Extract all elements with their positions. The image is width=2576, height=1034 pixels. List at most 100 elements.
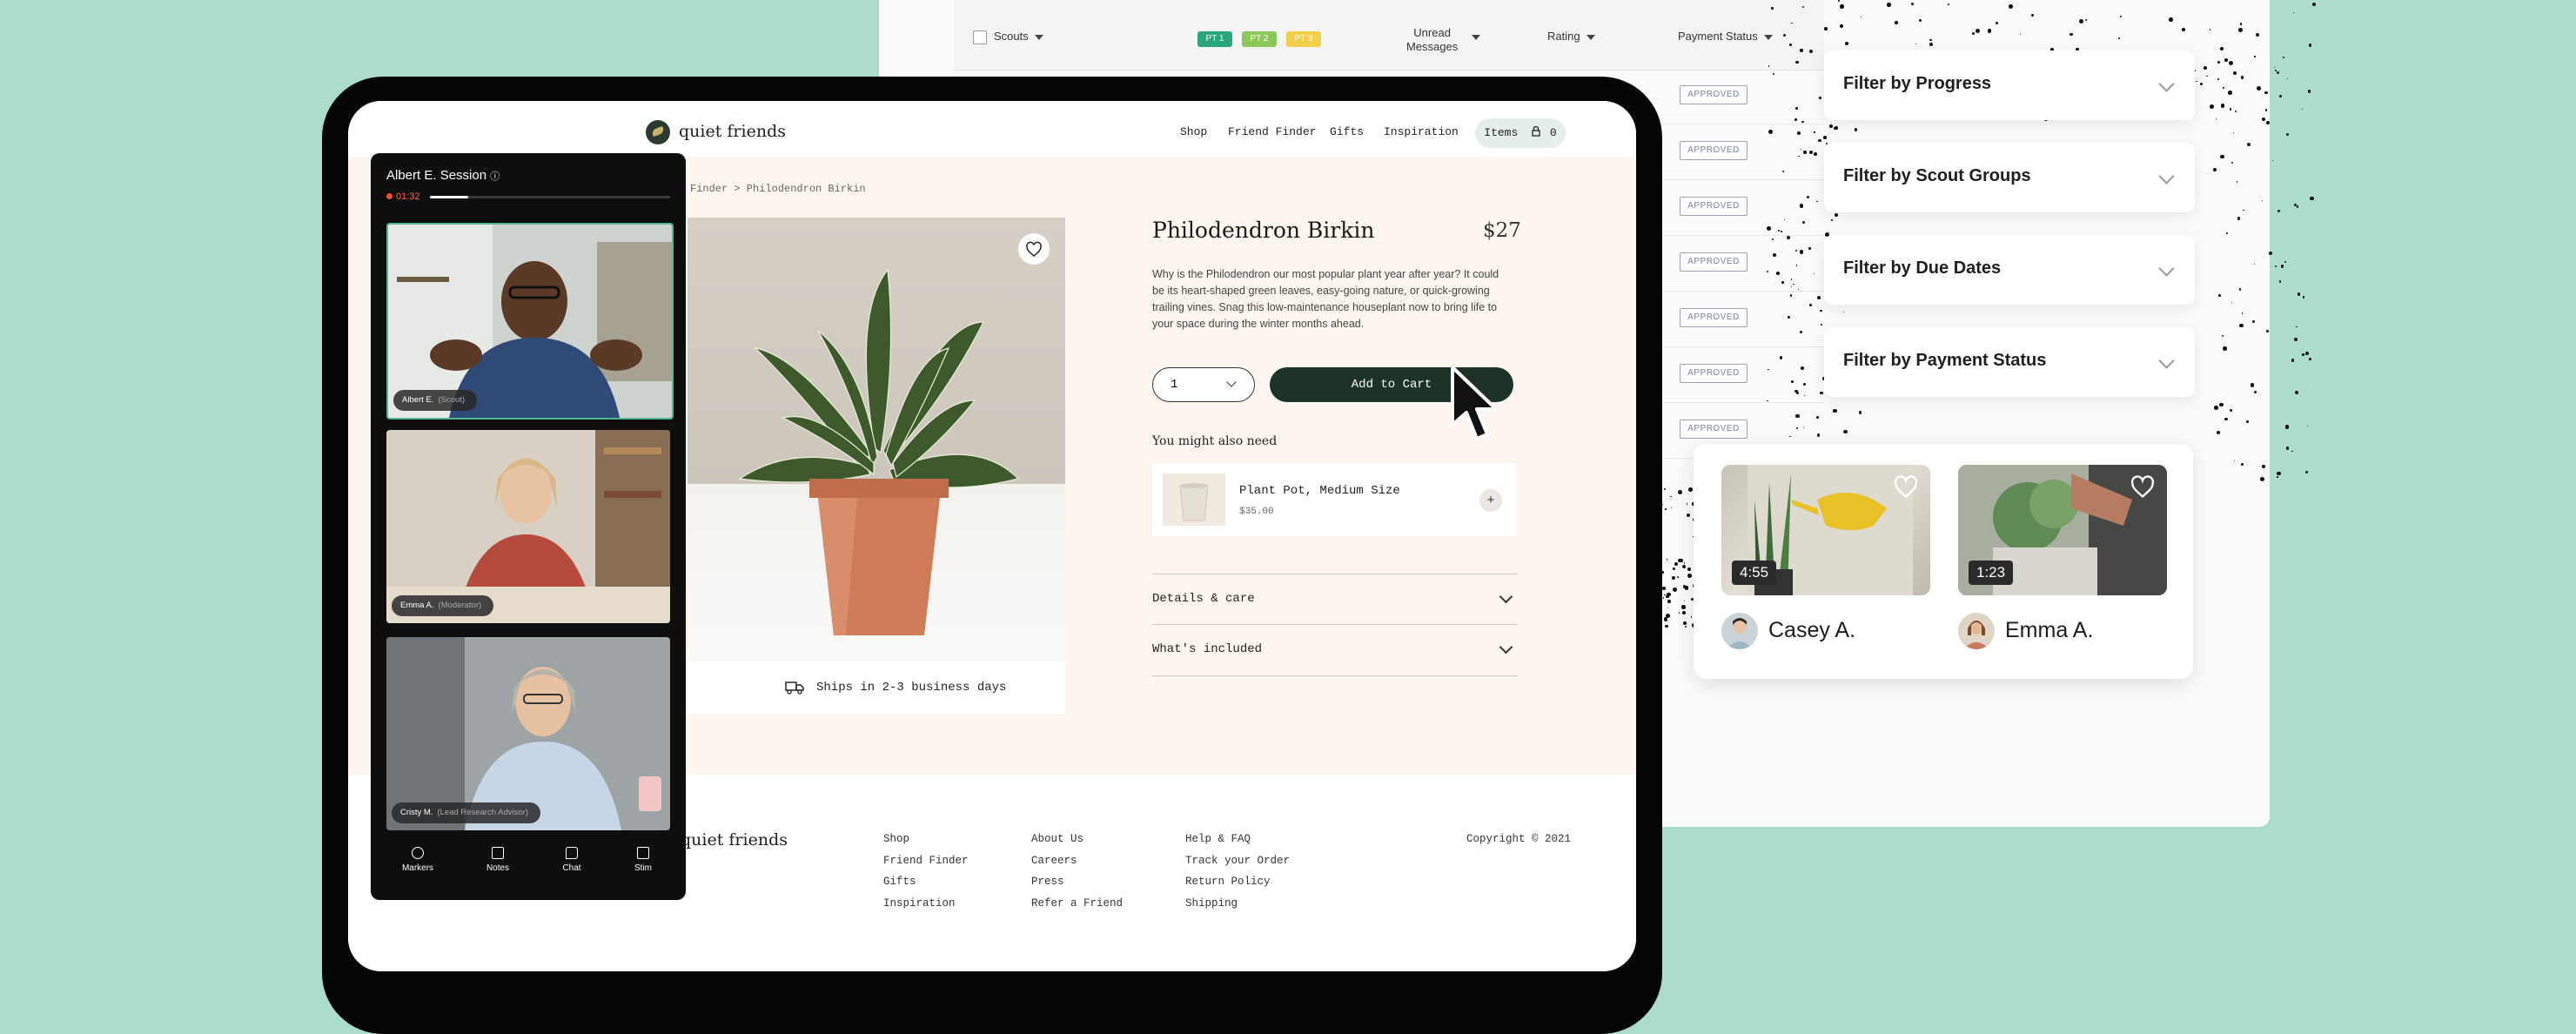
participant-role: (Moderator)	[438, 601, 482, 610]
nav-gifts[interactable]: Gifts	[1330, 125, 1364, 138]
footer-link[interactable]: Help & FAQ	[1185, 829, 1290, 850]
speckle-dot	[1687, 487, 1693, 493]
rating-header[interactable]: Rating	[1547, 30, 1595, 44]
speckle-dot	[2257, 85, 2261, 91]
speckle-dot	[2264, 109, 2267, 111]
session-title: Albert E. Session ⓘ	[386, 168, 500, 183]
speckle-dot	[2296, 205, 2299, 208]
scouts-column-header[interactable]: Scouts	[994, 30, 1043, 44]
caret-down-icon	[1472, 35, 1480, 40]
chevron-down-icon	[2158, 352, 2175, 369]
speckle-dot	[1790, 379, 1794, 383]
chevron-down-icon	[1499, 589, 1513, 604]
speckle-dot	[2304, 470, 2308, 473]
accordion-details-care[interactable]: Details & care	[1152, 574, 1518, 625]
mouse-pointer-icon	[1451, 366, 1498, 440]
speckle-dot	[2223, 87, 2224, 89]
participant-video-tile[interactable]: Albert E. (Scout)	[386, 223, 674, 420]
footer-link[interactable]: Inspiration	[883, 893, 969, 915]
marker-icon	[412, 847, 424, 859]
heart-icon[interactable]	[2130, 475, 2155, 500]
info-icon[interactable]: ⓘ	[490, 171, 500, 182]
speckle-dot	[1779, 356, 1782, 359]
chat-button[interactable]: Chat	[541, 847, 602, 873]
participant-name-tag: Emma A. (Moderator)	[392, 595, 494, 616]
upsell-item[interactable]: Plant Pot, Medium Size $35.00 +	[1152, 463, 1516, 536]
speckle-dot	[2231, 161, 2233, 164]
notes-icon	[492, 847, 504, 859]
markers-label: Markers	[401, 863, 434, 873]
speckle-dot	[1679, 559, 1683, 563]
chat-icon	[566, 847, 578, 859]
speckle-dot	[1768, 368, 1769, 371]
stim-button[interactable]: Stim	[613, 847, 674, 873]
video-duration: 4:55	[1732, 561, 1777, 585]
notes-button[interactable]: Notes	[467, 847, 528, 873]
footer-link[interactable]: Gifts	[883, 871, 969, 893]
accordion-whats-included[interactable]: What's included	[1152, 624, 1518, 676]
quantity-select[interactable]: 1	[1152, 367, 1255, 402]
cart-button[interactable]: Items 0	[1475, 118, 1566, 148]
speckle-dot	[2292, 11, 2295, 13]
pt2-badge[interactable]: PT 2	[1242, 31, 1277, 47]
status-badge: APPROVED	[1680, 364, 1748, 383]
footer-link[interactable]: Shop	[883, 829, 969, 850]
heart-icon[interactable]	[1894, 475, 1918, 500]
speckle-dot	[1814, 131, 1815, 133]
footer-link[interactable]: Track your Order	[1185, 850, 1290, 872]
nav-inspiration[interactable]: Inspiration	[1384, 125, 1459, 138]
filter-scout-groups-card[interactable]: Filter by Scout Groups	[1824, 143, 2195, 212]
footer-brand[interactable]: quiet friends	[681, 830, 788, 849]
video-author-name: Casey A.	[1768, 618, 1856, 642]
footer-link[interactable]: Return Policy	[1185, 871, 1290, 893]
speckle-dot	[2078, 18, 2083, 24]
participant-role: (Lead Research Advisor)	[437, 808, 529, 817]
brand-name[interactable]: quiet friends	[679, 122, 786, 141]
participant-video	[386, 637, 670, 830]
nav-friend-finder[interactable]: Friend Finder	[1228, 125, 1316, 138]
filter-scout-groups-label: Filter by Scout Groups	[1843, 166, 2031, 185]
footer-link[interactable]: About Us	[1031, 829, 1123, 850]
cart-count: 0	[1549, 126, 1557, 139]
footer-link[interactable]: Refer a Friend	[1031, 893, 1123, 915]
video-thumbnail[interactable]: 1:23	[1958, 465, 2167, 595]
payment-status-header[interactable]: Payment Status	[1678, 30, 1773, 44]
filter-payment-status-card[interactable]: Filter by Payment Status	[1824, 327, 2195, 397]
participant-video-tile[interactable]: Emma A. (Moderator)	[386, 430, 670, 623]
speckle-dot	[2223, 346, 2227, 351]
speckle-dot	[1840, 24, 1844, 28]
session-progress-bar[interactable]	[430, 196, 670, 198]
nav-shop[interactable]: Shop	[1180, 125, 1207, 138]
pot-thumbnail	[1163, 473, 1225, 526]
unread-messages-header[interactable]: Unread Messages	[1406, 26, 1458, 54]
video-thumbnail[interactable]: 4:55	[1721, 465, 1930, 595]
filter-due-dates-card[interactable]: Filter by Due Dates	[1824, 235, 2195, 305]
speckle-dot	[2253, 390, 2257, 393]
speckle-dot	[1796, 426, 1799, 429]
participant-video-tile[interactable]: Cristy M. (Lead Research Advisor)	[386, 637, 670, 830]
speckle-dot	[2312, 2, 2317, 6]
speckle-dot	[2276, 70, 2279, 74]
speckle-dot	[1832, 408, 1837, 413]
pt3-badge[interactable]: PT 3	[1286, 31, 1321, 47]
markers-button[interactable]: Markers	[387, 847, 448, 873]
speckle-dot	[1665, 508, 1667, 510]
scouts-label: Scouts	[994, 30, 1029, 43]
filter-progress-card[interactable]: Filter by Progress	[1824, 50, 2195, 120]
speckle-dot	[1682, 621, 1687, 626]
wishlist-button[interactable]	[1018, 233, 1050, 265]
footer-link[interactable]: Shipping	[1185, 893, 1290, 915]
add-upsell-button[interactable]: +	[1479, 489, 1502, 512]
footer-link[interactable]: Friend Finder	[883, 850, 969, 872]
pt1-badge[interactable]: PT 1	[1197, 31, 1232, 47]
plus-icon: +	[1486, 493, 1495, 507]
select-all-checkbox[interactable]	[973, 30, 987, 44]
footer-link[interactable]: Careers	[1031, 850, 1123, 872]
speckle-dot	[1681, 604, 1686, 609]
footer-link[interactable]: Press	[1031, 871, 1123, 893]
truck-icon	[785, 682, 804, 695]
speckle-dot	[1995, 21, 1999, 24]
speckle-dot	[2275, 265, 2277, 268]
brand-logo-icon[interactable]	[646, 120, 670, 144]
breadcrumb[interactable]: Finder > Philodendron Birkin	[690, 183, 866, 195]
